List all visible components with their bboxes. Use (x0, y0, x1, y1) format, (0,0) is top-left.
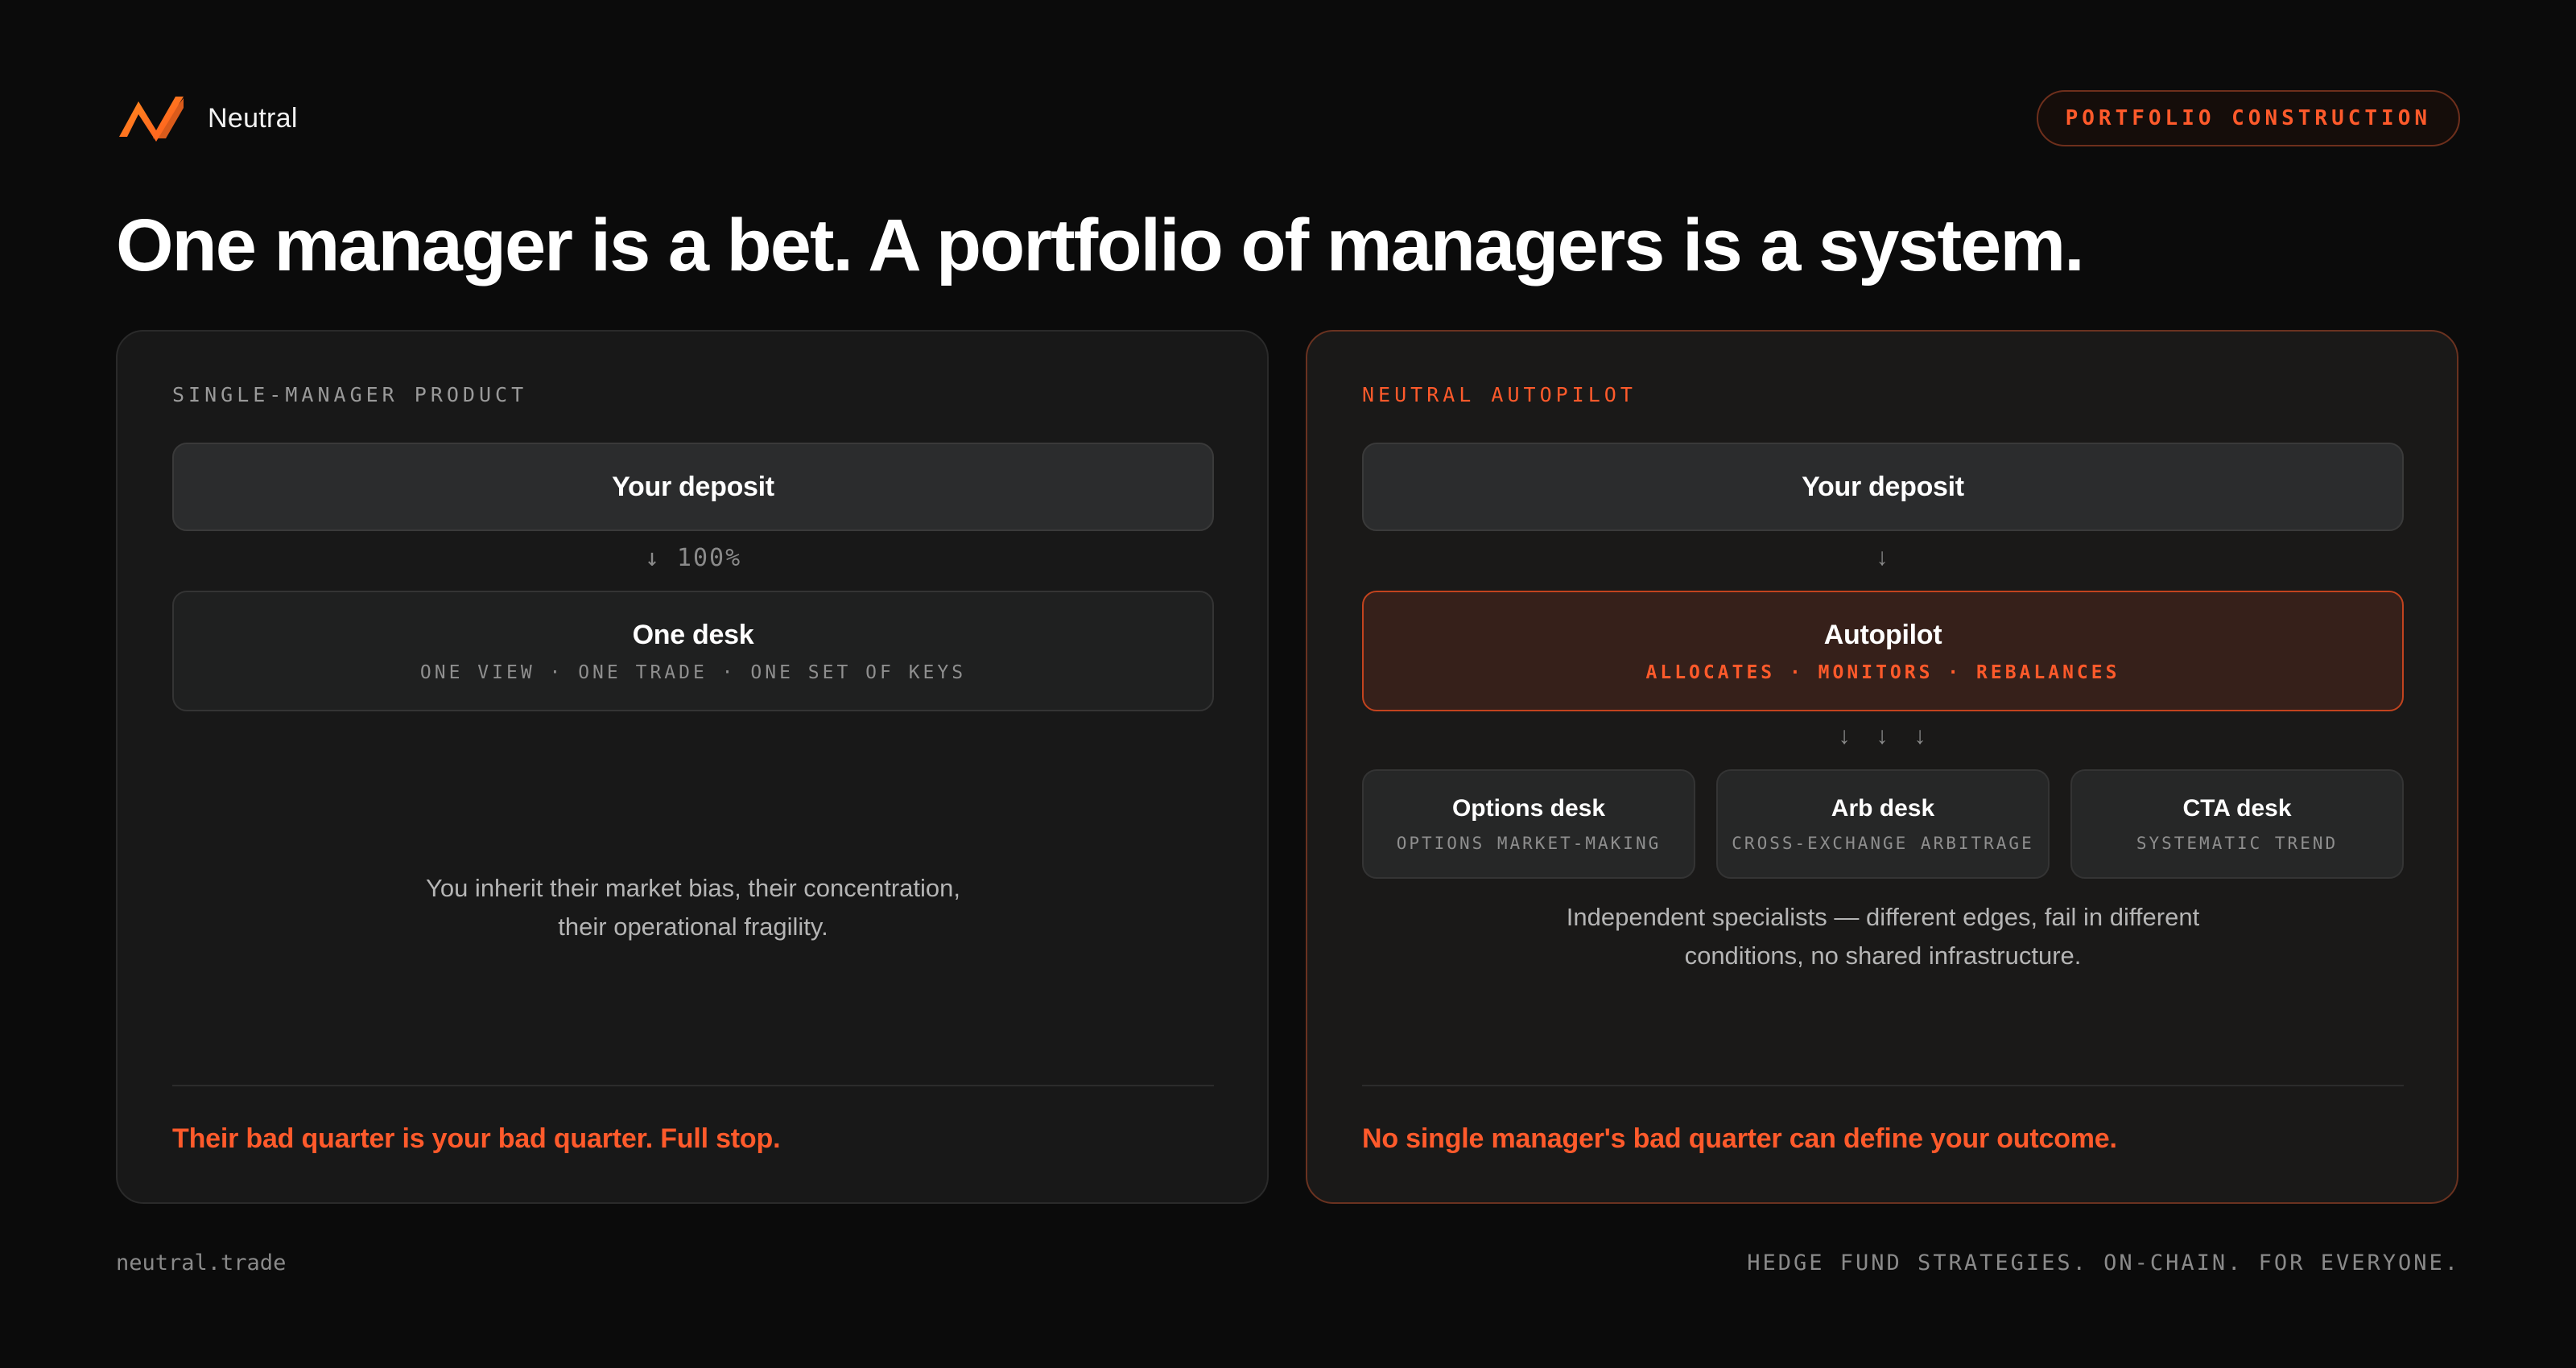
risk-description-line-2: their operational fragility. (558, 913, 828, 941)
fanout-arrows: ↓ ↓ ↓ (1362, 723, 2404, 758)
deposit-title: Your deposit (612, 471, 774, 502)
risk-description-line-1: You inherit their market bias, their con… (426, 874, 960, 902)
down-arrow-icon: ↓ (1838, 723, 1852, 749)
neutral-logo-icon (119, 97, 184, 142)
brand-name: Neutral (208, 102, 298, 134)
specialists-description-line-2: conditions, no shared infrastructure. (1684, 942, 2082, 970)
desk-subtitle: SYSTEMATIC TREND (2136, 834, 2339, 853)
down-arrow-icon: ↓ (1876, 723, 1890, 749)
desk-subtitle: OPTIONS MARKET-MAKING (1396, 834, 1662, 853)
desk-title: Arb desk (1831, 795, 1935, 822)
deposit-box: Your deposit (1362, 443, 2404, 531)
desk-title: CTA desk (2182, 795, 2292, 822)
cta-desk-box: CTA desk SYSTEMATIC TREND (2070, 769, 2404, 879)
down-arrow-icon: ↓ (1876, 544, 1890, 571)
options-desk-box: Options desk OPTIONS MARKET-MAKING (1362, 769, 1695, 879)
autopilot-panel: NEUTRAL AUTOPILOT Your deposit ↓ Autopil… (1306, 330, 2458, 1204)
desk-title: Options desk (1451, 795, 1606, 822)
risk-description: You inherit their market bias, their con… (172, 869, 1214, 946)
panel-conclusion: No single manager's bad quarter can defi… (1362, 1123, 2117, 1154)
site-link[interactable]: neutral.trade (116, 1251, 286, 1275)
one-desk-box: One desk ONE VIEW · ONE TRADE · ONE SET … (172, 591, 1214, 711)
divider (172, 1085, 1214, 1086)
panel-conclusion: Their bad quarter is your bad quarter. F… (172, 1123, 781, 1154)
page-title: One manager is a bet. A portfolio of man… (116, 204, 2085, 286)
desk-subtitle: ONE VIEW · ONE TRADE · ONE SET OF KEYS (419, 661, 967, 683)
specialists-description-line-1: Independent specialists — different edge… (1566, 903, 2200, 931)
panel-label: NEUTRAL AUTOPILOT (1362, 383, 1637, 406)
autopilot-subtitle: ALLOCATES · MONITORS · REBALANCES (1645, 661, 2120, 683)
divider (1362, 1085, 2404, 1086)
desk-subtitle: CROSS-EXCHANGE ARBITRAGE (1732, 834, 2034, 853)
single-manager-panel: SINGLE-MANAGER PRODUCT Your deposit ↓ 10… (116, 330, 1269, 1204)
panel-label: SINGLE-MANAGER PRODUCT (172, 383, 528, 406)
header: Neutral PORTFOLIO CONSTRUCTION (116, 90, 2460, 146)
specialist-desks: Options desk OPTIONS MARKET-MAKING Arb d… (1362, 769, 2404, 879)
autopilot-box: Autopilot ALLOCATES · MONITORS · REBALAN… (1362, 591, 2404, 711)
allocation-connector: ↓ 100% (644, 544, 742, 572)
specialists-description: Independent specialists — different edge… (1362, 898, 2404, 975)
tagline: HEDGE FUND STRATEGIES. ON-CHAIN. FOR EVE… (1747, 1251, 2460, 1275)
down-arrow-icon: ↓ (1913, 723, 1928, 749)
autopilot-title: Autopilot (1823, 619, 1942, 650)
arb-desk-box: Arb desk CROSS-EXCHANGE ARBITRAGE (1716, 769, 2050, 879)
desk-title: One desk (632, 619, 754, 650)
deposit-title: Your deposit (1802, 471, 1964, 502)
portfolio-construction-badge: PORTFOLIO CONSTRUCTION (2036, 90, 2460, 146)
brand[interactable]: Neutral (116, 90, 298, 146)
deposit-box: Your deposit (172, 443, 1214, 531)
